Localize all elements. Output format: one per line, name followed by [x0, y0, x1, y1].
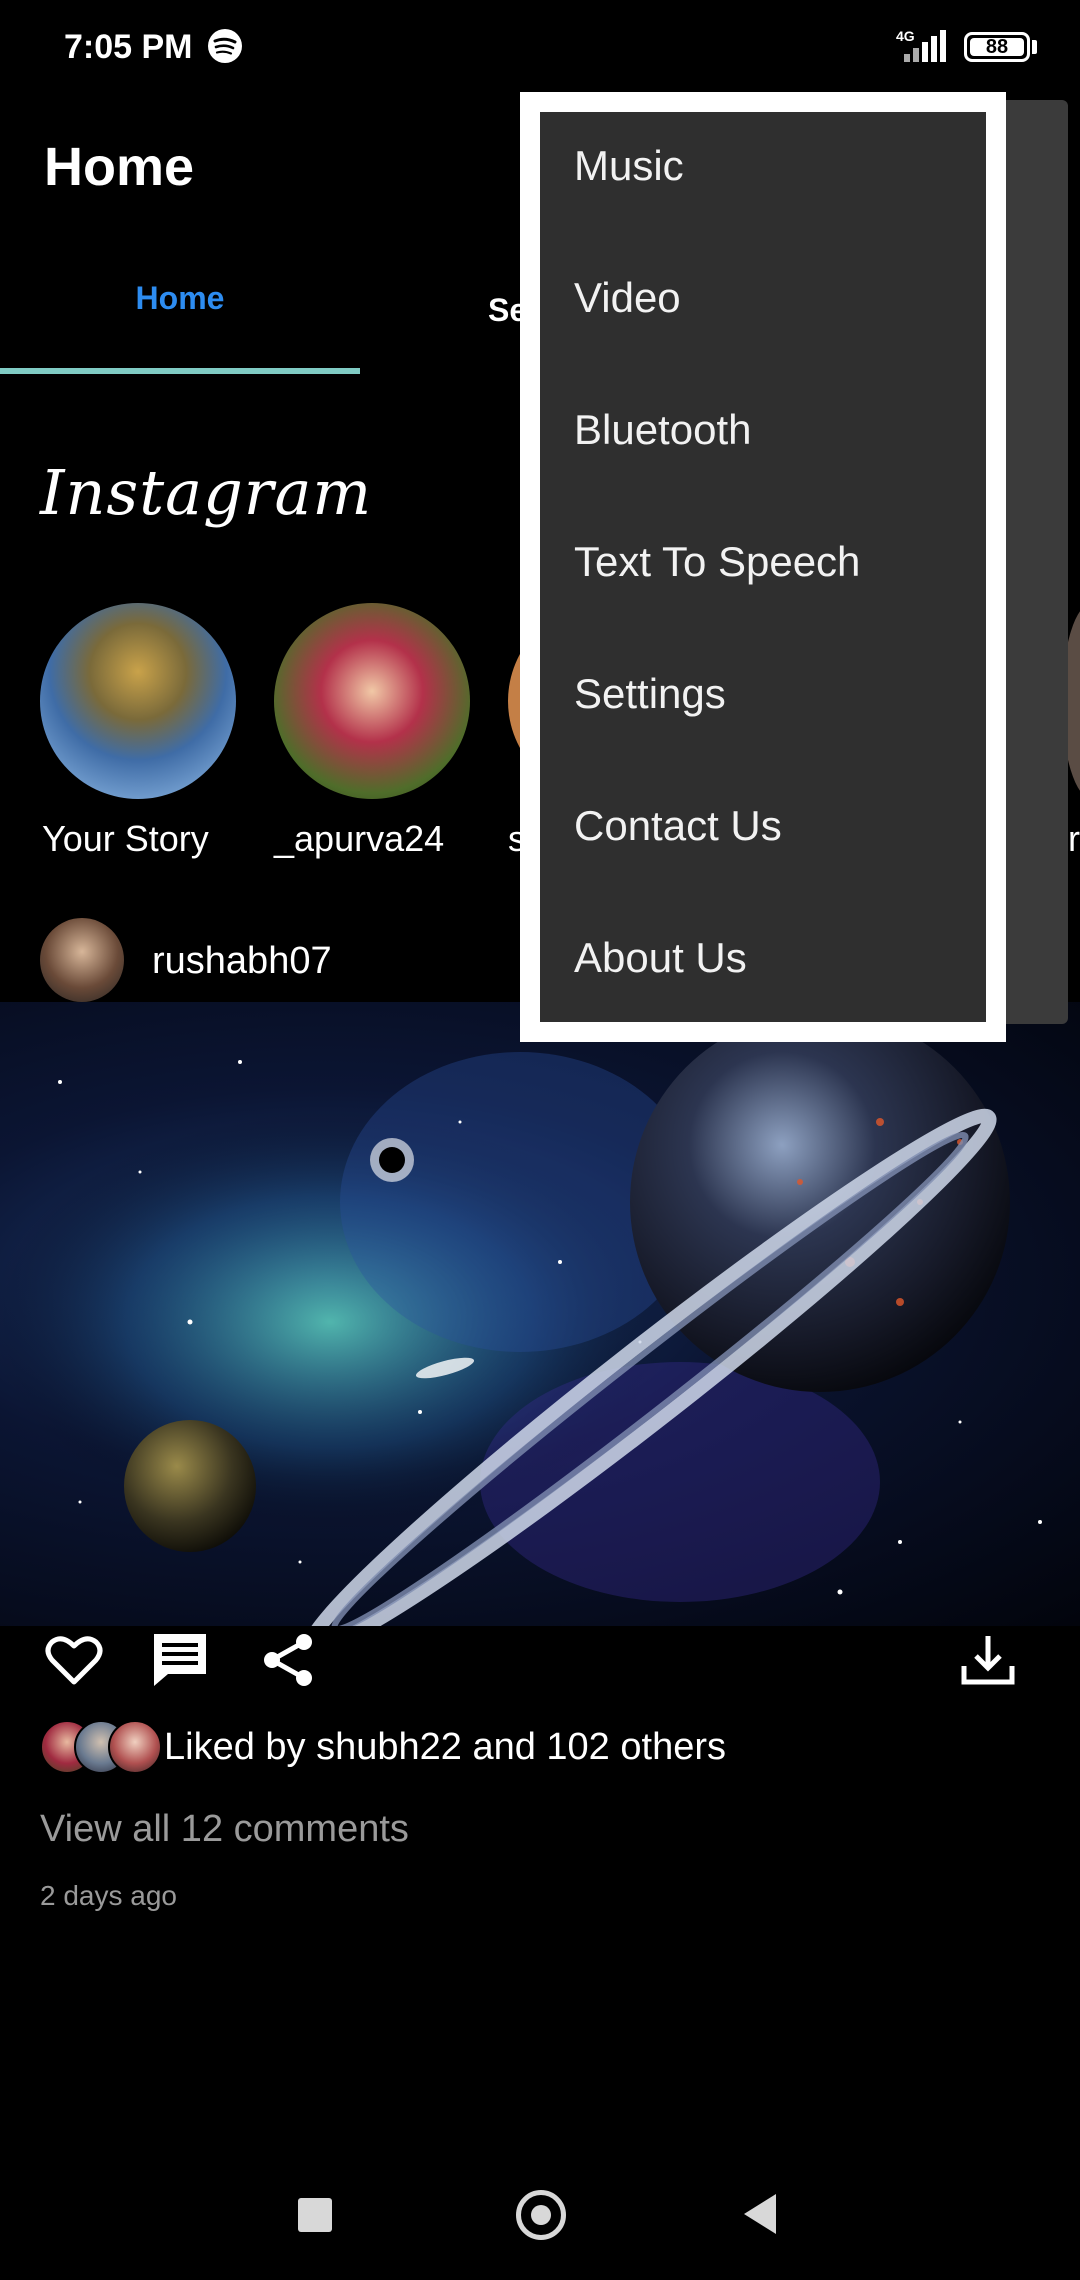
post-image[interactable]	[0, 1002, 1080, 1626]
story-label: Your Story	[42, 818, 209, 859]
recent-apps-icon[interactable]	[298, 2198, 332, 2232]
menu-item-music[interactable]: Music	[574, 142, 684, 190]
view-comments-link[interactable]: View all 12 comments	[40, 1808, 409, 1851]
menu-item-bluetooth[interactable]: Bluetooth	[574, 406, 751, 454]
story-avatar-apurva24[interactable]	[274, 603, 470, 799]
post-timestamp: 2 days ago	[40, 1880, 177, 1911]
signal-icon	[904, 30, 946, 62]
menu-item-text-to-speech[interactable]: Text To Speech	[574, 538, 860, 586]
tab-home[interactable]: Home	[0, 280, 360, 340]
story-label: _apurva24	[274, 818, 445, 859]
heart-icon[interactable]	[44, 1630, 104, 1690]
tab-indicator	[0, 368, 360, 374]
download-icon[interactable]	[958, 1630, 1018, 1690]
likes-text[interactable]: Liked by shubh22 and 102 others	[164, 1726, 726, 1769]
status-bar: 7:05 PM 4G 88	[0, 0, 1080, 92]
battery-icon: 88	[964, 32, 1030, 62]
avatar[interactable]	[40, 918, 124, 1002]
menu-item-video[interactable]: Video	[574, 274, 681, 322]
battery-level: 88	[985, 36, 1009, 58]
menu-item-settings[interactable]: Settings	[574, 670, 726, 718]
page-title: Home	[44, 137, 195, 197]
space-illustration	[0, 1012, 1042, 1626]
tab-home-label: Home	[135, 280, 225, 316]
instagram-logo: Instagram	[40, 456, 373, 529]
menu-item-contact-us[interactable]: Contact Us	[574, 802, 782, 850]
comment-icon[interactable]	[150, 1630, 210, 1690]
spotify-icon	[208, 29, 242, 63]
status-time: 7:05 PM	[64, 28, 193, 66]
story-label: r	[1068, 818, 1080, 859]
post-username[interactable]: rushabh07	[152, 940, 332, 983]
menu-item-about-us[interactable]: About Us	[574, 934, 747, 982]
share-icon[interactable]	[258, 1630, 318, 1690]
back-icon[interactable]	[740, 2192, 780, 2236]
home-nav-icon[interactable]	[516, 2190, 566, 2240]
story-avatar-your-story[interactable]	[40, 603, 236, 799]
battery-nub	[1032, 40, 1037, 54]
